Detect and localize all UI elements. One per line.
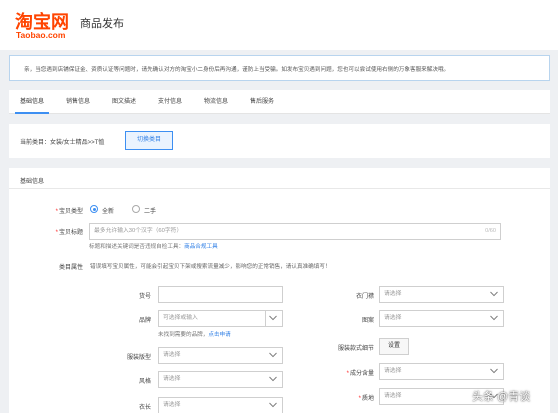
radio-used-label[interactable]: 二手 [144,206,156,215]
section-divider [9,188,550,189]
texture-label: *质地 [358,396,374,402]
tab-after-sales[interactable]: 售后服务 [245,90,279,114]
chevron-down-icon [269,402,277,408]
chevron-down-icon [269,376,277,382]
tab-logistics-info[interactable]: 物流信息 [199,90,233,114]
radio-new-label[interactable]: 全新 [102,206,114,215]
placket-label: 衣门襟 [355,294,374,300]
apply-brand-link[interactable]: 点击申请 [208,332,230,338]
required-mark: * [358,396,361,402]
switch-category-button[interactable]: 切换类目 [125,131,173,150]
brand-label: 品牌 [138,318,151,324]
header: 淘宝网 Taobao.com 商品发布 [0,0,558,50]
pattern-select[interactable]: 请选择 [379,310,504,327]
pattern-label: 图案 [361,318,374,324]
chevron-down-icon [269,352,277,358]
tab-bar: 基础信息 销售信息 图文描述 支付信息 物流信息 售后服务 [9,90,550,114]
category-bar: 当前类目：女装/女士精品>>T恤 切换类目 [9,124,550,158]
current-category: 当前类目：女装/女士精品>>T恤 [20,140,105,146]
style-select[interactable]: 请选择 [158,371,283,388]
chevron-down-icon [269,315,277,321]
taobao-logo-domain: Taobao.com [16,30,66,40]
required-mark: * [346,371,349,377]
composition-label: *成分含量 [346,371,374,377]
radio-new[interactable] [90,205,98,213]
composition-select[interactable]: 请选择 [379,363,504,380]
item-title-label: *宝贝标题 [55,230,83,236]
category-attr-hint: 错误填写宝贝属性，可能会引起宝贝下架或搜索流量减少，影响您的正常销售，请认真准确… [90,264,331,270]
required-mark: * [55,230,58,236]
watermark: 头条 @青谈 [472,391,531,403]
title-hint: 标题和描述关键词是否违规自检工具：商品合规工具 [89,244,218,250]
tab-basic-info[interactable]: 基础信息 [15,90,49,114]
chevron-down-icon [490,315,498,321]
chevron-down-icon [490,368,498,374]
placket-select[interactable]: 请选择 [379,286,504,303]
compliance-tool-link[interactable]: 商品合规工具 [184,244,218,250]
garment-length-label: 衣长 [138,405,151,411]
article-number-input[interactable] [158,286,283,303]
category-attr-label: 类目属性 [58,265,83,271]
item-type-label: *宝贝类型 [55,209,83,215]
brand-select[interactable]: 可选择或输入 [158,310,283,327]
tab-description[interactable]: 图文描述 [107,90,141,114]
page-title: 商品发布 [80,18,124,30]
article-number-label: 货号 [138,294,151,300]
brand-hint: 未找到需要的品牌，点击申请 [158,332,231,338]
tab-sales-info[interactable]: 销售信息 [61,90,95,114]
notice-banner: 亲，当您遇到店铺保证金、资质认证等问题时，请先确认对方的淘宝小二身份后再沟通，谨… [9,55,550,81]
required-mark: * [55,209,58,215]
notice-text: 亲，当您遇到店铺保证金、资质认证等问题时，请先确认对方的淘宝小二身份后再沟通，谨… [24,67,450,73]
garment-fit-select[interactable]: 请选择 [158,347,283,364]
item-title-input[interactable]: 最多允许输入30个汉字（60字符） 0/60 [89,223,501,240]
style-details-label: 服装款式细节 [337,346,374,352]
style-label: 风格 [138,379,151,385]
style-details-set-button[interactable]: 设置 [379,338,409,355]
garment-length-select[interactable]: 请选择 [158,397,283,413]
title-char-counter: 0/60 [485,228,496,234]
page: 淘宝网 Taobao.com 商品发布 亲，当您遇到店铺保证金、资质认证等问题时… [0,0,558,413]
select-divider [265,311,266,326]
chevron-down-icon [490,291,498,297]
section-title: 基础信息 [20,179,45,185]
tab-payment-info[interactable]: 支付信息 [153,90,187,114]
basic-info-section: 基础信息 *宝贝类型 全新 二手 *宝贝标题 最多允许输入30个汉字（60字符）… [9,168,550,413]
garment-fit-label: 服装版型 [126,355,151,361]
radio-used[interactable] [132,205,140,213]
